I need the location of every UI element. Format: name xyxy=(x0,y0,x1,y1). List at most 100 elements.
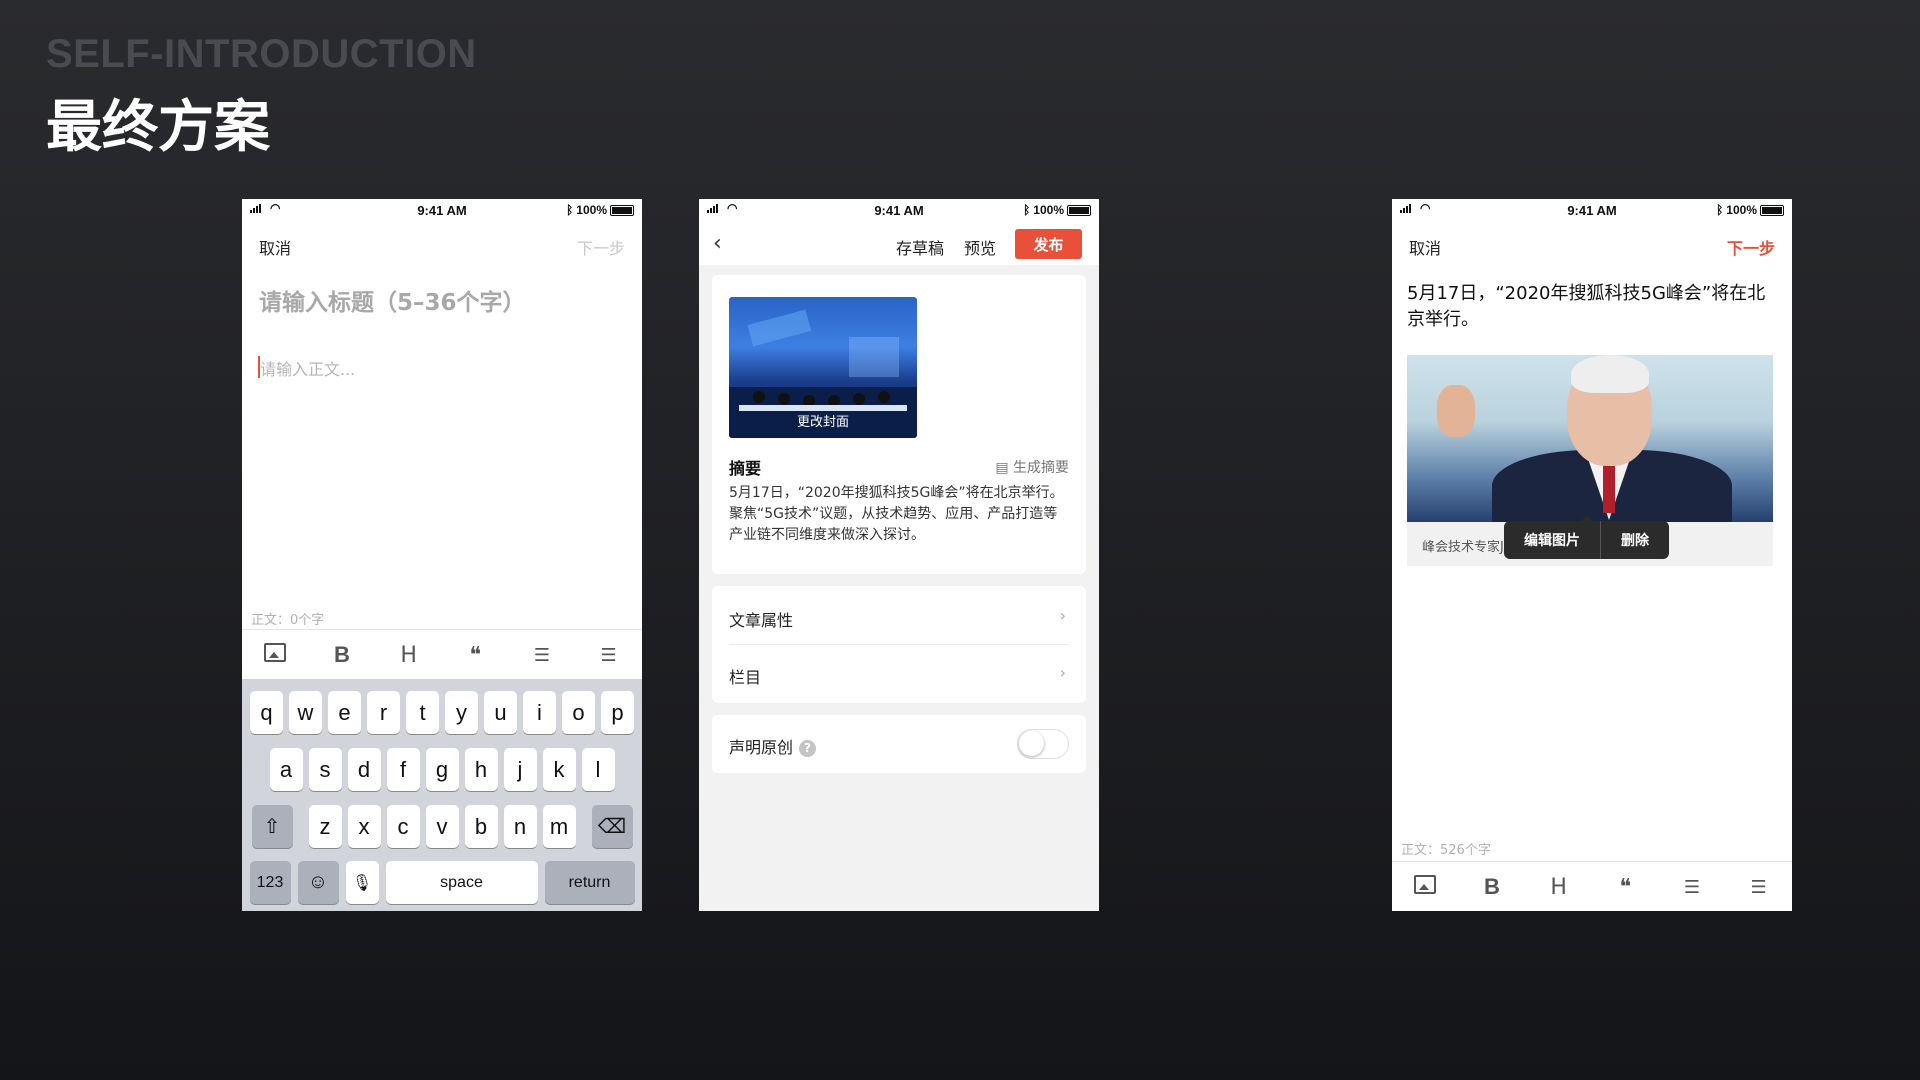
status-bar: ◠ 9:41 AM ᛒ 100% xyxy=(1392,199,1792,221)
key-m[interactable]: m xyxy=(542,805,576,848)
key-b[interactable]: b xyxy=(464,805,498,848)
key-n[interactable]: n xyxy=(503,805,537,848)
heading-icon[interactable]: H xyxy=(1539,875,1579,900)
column-row[interactable]: 栏目 xyxy=(729,664,761,688)
toggle-knob xyxy=(1019,731,1044,756)
original-card: 声明原创? xyxy=(712,715,1086,773)
mic-key[interactable]: 🎙 xyxy=(345,861,379,904)
key-q[interactable]: q xyxy=(250,691,283,734)
key-v[interactable]: v xyxy=(425,805,459,848)
bold-icon[interactable]: B xyxy=(322,642,362,668)
key-x[interactable]: x xyxy=(347,805,381,848)
preview-button[interactable]: 预览 xyxy=(964,235,996,259)
change-cover-label[interactable]: 更改封面 xyxy=(729,411,917,430)
key-w[interactable]: w xyxy=(289,691,322,734)
article-image[interactable] xyxy=(1407,355,1773,522)
key-o[interactable]: o xyxy=(562,691,595,734)
heading-icon[interactable]: H xyxy=(389,643,429,668)
battery-icon xyxy=(1067,204,1091,216)
keyboard: qwertyuiop asdfghjkl ⇧ zxcvbnm ⌫ 123 ☺ 🎙… xyxy=(242,679,642,911)
key-z[interactable]: z xyxy=(308,805,342,848)
divider xyxy=(729,644,1069,645)
settings-card: 文章属性 › 栏目 › xyxy=(712,586,1086,703)
bluetooth-icon: ᛒ xyxy=(1716,203,1724,217)
key-c[interactable]: c xyxy=(386,805,420,848)
key-e[interactable]: e xyxy=(328,691,361,734)
publish-button[interactable]: 发布 xyxy=(1015,229,1082,259)
format-toolbar: B H ❝ ☰ ☰ xyxy=(1392,861,1792,911)
battery-percent: 100% xyxy=(1726,203,1757,217)
bluetooth-icon: ᛒ xyxy=(566,203,574,217)
original-claim-text: 声明原创 xyxy=(729,738,794,757)
status-bar: ◠ 9:41 AM ᛒ 100% xyxy=(699,199,1099,221)
status-bar: ◠ 9:41 AM ᛒ 100% xyxy=(242,199,642,221)
battery-percent: 100% xyxy=(1033,203,1064,217)
key-i[interactable]: i xyxy=(523,691,556,734)
space-key[interactable]: space xyxy=(385,861,538,904)
numbered-list-icon[interactable]: ☰ xyxy=(589,645,629,666)
delete-key[interactable]: ⌫ xyxy=(591,805,633,848)
cancel-button[interactable]: 取消 xyxy=(259,235,291,259)
key-s[interactable]: s xyxy=(308,748,342,791)
save-draft-button[interactable]: 存草稿 xyxy=(896,235,944,259)
help-icon[interactable]: ? xyxy=(799,740,817,757)
battery-icon xyxy=(610,204,634,216)
back-icon[interactable]: ‹ xyxy=(713,231,722,256)
bold-icon[interactable]: B xyxy=(1472,874,1512,900)
quote-icon[interactable]: ❝ xyxy=(1605,875,1645,900)
generate-summary-label: 生成摘要 xyxy=(1013,460,1069,476)
key-a[interactable]: a xyxy=(269,748,303,791)
slide-subtitle: SELF-INTRODUCTION xyxy=(46,32,477,76)
image-icon[interactable] xyxy=(255,642,295,668)
title-input[interactable]: 请输入标题（5–36个字） xyxy=(259,283,526,317)
format-toolbar: B H ❝ ☰ ☰ xyxy=(242,629,642,680)
original-claim-label: 声明原创? xyxy=(729,734,817,758)
key-d[interactable]: d xyxy=(347,748,381,791)
key-u[interactable]: u xyxy=(484,691,517,734)
article-props-row[interactable]: 文章属性 xyxy=(729,607,793,631)
cover-image[interactable]: 更改封面 xyxy=(729,297,917,438)
shift-key[interactable]: ⇧ xyxy=(251,805,293,848)
bullet-list-icon[interactable]: ☰ xyxy=(522,645,562,666)
key-k[interactable]: k xyxy=(542,748,576,791)
cancel-button[interactable]: 取消 xyxy=(1409,235,1441,259)
return-key[interactable]: return xyxy=(544,861,635,904)
bluetooth-icon: ᛒ xyxy=(1023,203,1031,217)
summary-heading: 摘要 xyxy=(729,459,762,478)
word-count: 正文：526个字 xyxy=(1401,843,1491,858)
key-g[interactable]: g xyxy=(425,748,459,791)
image-action-popover: 编辑图片 删除 xyxy=(1504,515,1669,559)
key-r[interactable]: r xyxy=(367,691,400,734)
document-icon: ▤ xyxy=(995,460,1013,476)
chevron-right-icon: › xyxy=(1059,606,1066,625)
next-button[interactable]: 下一步 xyxy=(1727,235,1775,259)
body-input[interactable]: 请输入正文... xyxy=(260,356,355,380)
cover-summary-card: 更改封面 摘要 ▤ 生成摘要 5月17日，“2020年搜狐科技5G峰会”将在北京… xyxy=(712,275,1086,574)
quote-icon[interactable]: ❝ xyxy=(455,643,495,668)
key-p[interactable]: p xyxy=(601,691,634,734)
edit-image-button[interactable]: 编辑图片 xyxy=(1504,530,1600,550)
image-icon[interactable] xyxy=(1405,874,1445,900)
delete-image-button[interactable]: 删除 xyxy=(1601,530,1669,550)
article-text[interactable]: 5月17日，“2020年搜狐科技5G峰会”将在北京举行。 xyxy=(1407,281,1777,333)
original-toggle[interactable] xyxy=(1017,729,1069,759)
key-h[interactable]: h xyxy=(464,748,498,791)
battery-percent: 100% xyxy=(576,203,607,217)
key-t[interactable]: t xyxy=(406,691,439,734)
emoji-key[interactable]: ☺ xyxy=(297,861,339,904)
numbered-list-icon[interactable]: ☰ xyxy=(1739,877,1779,898)
next-button[interactable]: 下一步 xyxy=(577,235,625,259)
key-y[interactable]: y xyxy=(445,691,478,734)
battery-icon xyxy=(1760,204,1784,216)
photo-hand xyxy=(1437,385,1475,437)
key-f[interactable]: f xyxy=(386,748,420,791)
bullet-list-icon[interactable]: ☰ xyxy=(1672,877,1712,898)
numbers-key[interactable]: 123 xyxy=(249,861,291,904)
summary-text[interactable]: 5月17日，“2020年搜狐科技5G峰会”将在北京举行。聚焦“5G技术”议题，从… xyxy=(729,483,1069,546)
key-l[interactable]: l xyxy=(581,748,615,791)
generate-summary-button[interactable]: ▤ 生成摘要 xyxy=(995,457,1069,477)
phone-publish: ◠ 9:41 AM ᛒ 100% ‹ 存草稿 预览 发布 更改封面 摘要 ▤ 生成… xyxy=(699,199,1099,911)
word-count: 正文：0个字 xyxy=(251,613,325,628)
key-j[interactable]: j xyxy=(503,748,537,791)
chevron-right-icon: › xyxy=(1059,663,1066,682)
